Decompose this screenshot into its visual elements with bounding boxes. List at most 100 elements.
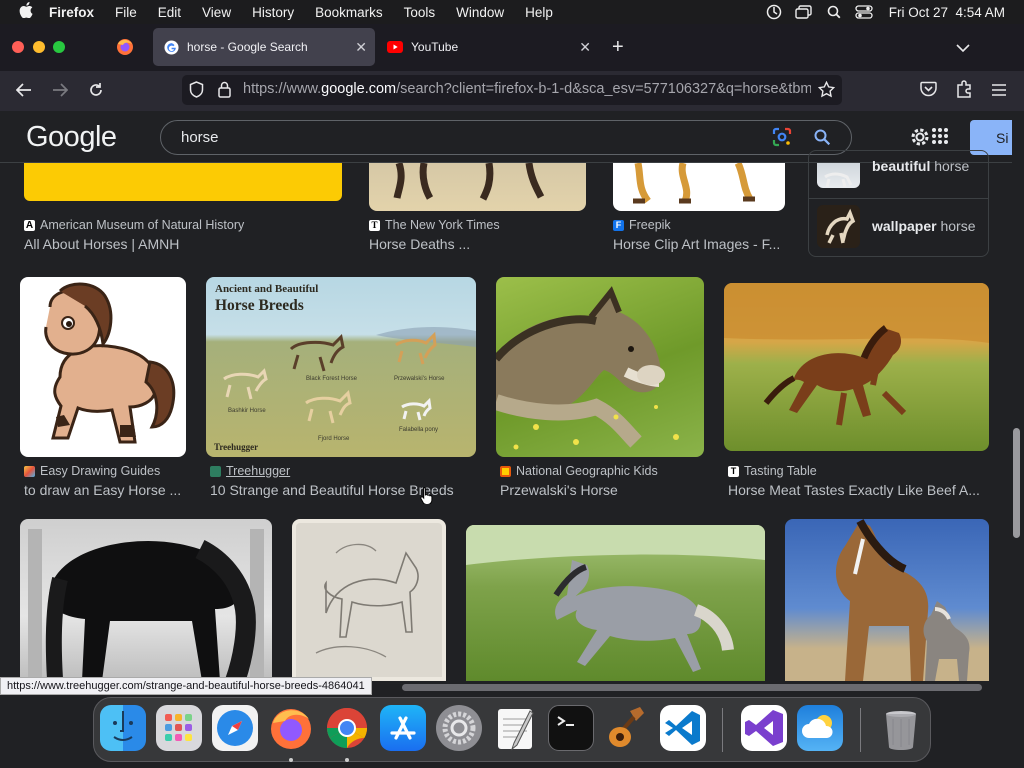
result-image-nytimes[interactable] <box>369 163 586 211</box>
new-tab-button[interactable]: + <box>612 36 624 59</box>
tab-close-icon[interactable]: ✕ <box>355 39 367 56</box>
infographic-label: Black Forest Horse <box>306 376 358 382</box>
dock-vscode-icon[interactable] <box>660 705 706 751</box>
result-title[interactable]: 10 Strange and Beautiful Horse Breeds <box>210 482 480 498</box>
menu-bar: Firefox File Edit View History Bookmarks… <box>0 0 1024 24</box>
result-image-grey-horse[interactable] <box>466 525 765 681</box>
control-center-icon[interactable] <box>849 0 879 24</box>
screen-time-icon[interactable] <box>759 0 789 24</box>
pocket-icon[interactable] <box>920 81 937 102</box>
vertical-scrollbar[interactable] <box>1013 428 1020 538</box>
infographic-label: Falabella pony <box>399 427 439 433</box>
result-title[interactable]: All About Horses | AMNH <box>24 236 344 252</box>
result-source[interactable]: F Freepik <box>613 218 671 232</box>
menu-window[interactable]: Window <box>456 5 504 20</box>
menu-history[interactable]: History <box>252 5 294 20</box>
firefox-view-icon[interactable] <box>116 38 134 61</box>
suggestion-rest: horse <box>930 158 970 174</box>
menu-file[interactable]: File <box>115 5 137 20</box>
horizontal-scrollbar[interactable] <box>402 684 982 691</box>
dock-launchpad-icon[interactable] <box>156 705 202 751</box>
result-source[interactable]: National Geographic Kids <box>500 464 658 478</box>
result-title[interactable]: Horse Meat Tastes Exactly Like Beef A... <box>728 482 990 498</box>
result-source[interactable]: A American Museum of Natural History <box>24 218 244 232</box>
dock-trash-icon[interactable] <box>878 705 924 751</box>
menu-app-name[interactable]: Firefox <box>49 5 94 20</box>
suggestion-thumb-wallpaper[interactable] <box>817 205 860 248</box>
related-search-item[interactable]: wallpaper horse <box>872 218 976 234</box>
result-image-friesian-horse[interactable] <box>20 519 272 681</box>
url-path: /search?client=firefox-b-1-d&sca_esv=577… <box>396 81 811 97</box>
result-image-przewalski[interactable] <box>496 277 704 457</box>
dock-garageband-icon[interactable] <box>604 705 650 751</box>
forward-arrow-icon[interactable] <box>49 79 71 101</box>
result-source[interactable]: Treehugger <box>210 464 290 478</box>
result-image-freepik[interactable] <box>613 163 785 211</box>
menu-help[interactable]: Help <box>525 5 553 20</box>
window-switcher-icon[interactable] <box>789 0 819 24</box>
apple-icon[interactable] <box>19 2 33 22</box>
window-zoom-button[interactable] <box>53 41 65 53</box>
result-source[interactable]: Easy Drawing Guides <box>24 464 160 478</box>
google-lens-icon[interactable] <box>772 127 792 152</box>
url-text[interactable]: https://www.google.com/search?client=fir… <box>243 81 811 97</box>
lock-icon[interactable] <box>218 81 231 103</box>
settings-gear-icon[interactable] <box>909 126 931 153</box>
google-apps-grid-icon[interactable] <box>931 127 949 150</box>
back-arrow-icon[interactable] <box>13 79 35 101</box>
hamburger-menu-icon[interactable] <box>992 83 1006 101</box>
dock-finder-icon[interactable] <box>100 705 146 751</box>
result-source-label: National Geographic Kids <box>516 464 658 478</box>
result-title[interactable]: Horse Clip Art Images - F... <box>613 236 788 252</box>
bookmark-star-icon[interactable] <box>817 80 836 103</box>
result-source-label: American Museum of Natural History <box>40 218 245 232</box>
menu-tools[interactable]: Tools <box>404 5 436 20</box>
dock-weather-icon[interactable] <box>797 705 843 751</box>
tracking-protection-shield-icon[interactable] <box>189 81 204 103</box>
dock-app-store-icon[interactable] <box>380 705 426 751</box>
list-all-tabs-icon[interactable] <box>956 40 970 58</box>
result-source-label: The New York Times <box>385 218 500 232</box>
result-image-amnh[interactable] <box>24 163 342 201</box>
dock-firefox-icon[interactable] <box>268 705 314 751</box>
spotlight-search-icon[interactable] <box>819 0 849 24</box>
dock-system-settings-icon[interactable] <box>436 705 482 751</box>
reload-icon[interactable] <box>85 79 107 101</box>
result-source[interactable]: T Tasting Table <box>728 464 817 478</box>
result-image-horse-sketch[interactable] <box>292 519 446 681</box>
dock-safari-icon[interactable] <box>212 705 258 751</box>
suggestion-thumb-beautiful[interactable] <box>817 163 860 188</box>
menu-view[interactable]: View <box>202 5 231 20</box>
related-search-item[interactable]: beautiful horse <box>872 158 969 174</box>
search-input[interactable]: horse <box>181 129 219 146</box>
tab-youtube[interactable]: YouTube ✕ <box>377 28 599 66</box>
dock-textedit-icon[interactable] <box>492 705 538 751</box>
tab-close-icon[interactable]: ✕ <box>579 39 591 56</box>
result-source[interactable]: T The New York Times <box>369 218 500 232</box>
search-icon[interactable] <box>813 128 831 151</box>
menu-clock[interactable]: Fri Oct 27 4:54 AM <box>889 5 1005 20</box>
tasting-table-icon: T <box>728 465 739 477</box>
tab-google-search[interactable]: horse - Google Search ✕ <box>153 28 375 66</box>
nytimes-logo-icon: T <box>369 219 380 231</box>
result-title[interactable]: to draw an Easy Horse ... <box>24 482 189 498</box>
dock-visual-studio-icon[interactable] <box>741 705 787 751</box>
extensions-puzzle-icon[interactable] <box>956 80 973 103</box>
window-close-button[interactable] <box>12 41 24 53</box>
result-source-label: Freepik <box>629 218 671 232</box>
result-title[interactable]: Przewalski's Horse <box>500 482 705 498</box>
result-title[interactable]: Horse Deaths ... <box>369 236 589 252</box>
dock-separator <box>860 708 861 752</box>
dock-terminal-icon[interactable] <box>548 705 594 751</box>
menu-bookmarks[interactable]: Bookmarks <box>315 5 383 20</box>
search-box[interactable] <box>160 120 852 155</box>
result-image-brown-horses[interactable] <box>785 519 989 681</box>
dock-chrome-icon[interactable] <box>324 705 370 751</box>
menu-edit[interactable]: Edit <box>158 5 181 20</box>
window-minimize-button[interactable] <box>33 41 45 53</box>
result-image-cartoon-horse[interactable] <box>20 277 186 457</box>
google-logo[interactable]: Google <box>26 121 117 154</box>
result-image-running-horse[interactable] <box>724 283 989 451</box>
result-image-horse-breeds-infographic[interactable]: Ancient and Beautiful Horse Breeds Black… <box>206 277 476 457</box>
dock-running-indicator <box>289 758 293 762</box>
